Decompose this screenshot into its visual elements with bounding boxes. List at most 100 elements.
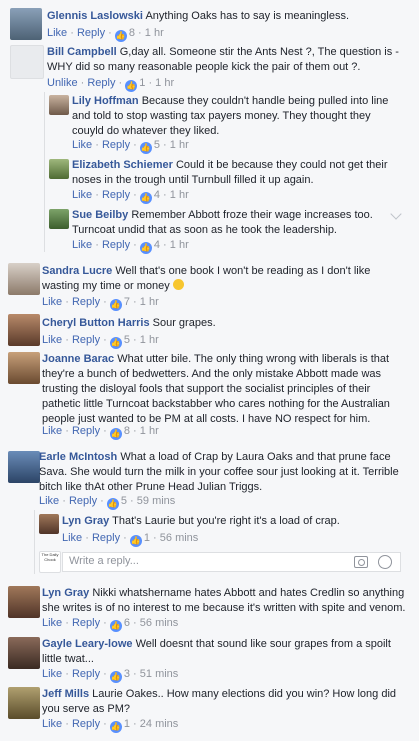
commenter-name[interactable]: Lyn Gray (62, 515, 109, 527)
like-link[interactable]: Like (72, 189, 92, 201)
emoji-icon[interactable] (378, 555, 392, 569)
like-count[interactable]: 1 (124, 718, 130, 730)
like-link[interactable]: Like (42, 425, 62, 437)
commenter-name[interactable]: Glennis Laslowski (47, 10, 143, 22)
timestamp[interactable]: 24 mins (140, 718, 179, 730)
like-count[interactable]: 5 (121, 495, 127, 507)
avatar[interactable] (49, 209, 69, 229)
avatar[interactable] (8, 451, 40, 483)
like-count[interactable]: 4 (154, 239, 160, 251)
like-count[interactable]: 1 (139, 77, 145, 89)
like-count[interactable]: 8 (129, 27, 135, 39)
avatar[interactable] (49, 159, 69, 179)
thumbs-up-icon: 👍 (109, 337, 122, 349)
commenter-name[interactable]: Sue Beilby (72, 209, 128, 221)
avatar[interactable] (8, 263, 40, 295)
like-link[interactable]: Like (42, 668, 62, 680)
timestamp[interactable]: 56 mins (160, 532, 199, 544)
reply-link[interactable]: Reply (102, 239, 130, 251)
commenter-name[interactable]: Lily Hoffman (72, 95, 139, 107)
reply-thread-line (44, 92, 45, 252)
commenter-name[interactable]: Joanne Barac (42, 353, 114, 365)
timestamp[interactable]: 1 hr (170, 239, 189, 251)
commenter-name[interactable]: Elizabeth Schiemer (72, 159, 173, 171)
reply-link[interactable]: Reply (72, 617, 100, 629)
like-count[interactable]: 6 (124, 617, 130, 629)
thumbs-up-icon: 👍 (139, 192, 152, 204)
like-count[interactable]: 8 (124, 425, 130, 437)
avatar[interactable] (10, 45, 44, 79)
thumbs-up-icon: 👍 (125, 80, 138, 92)
comment-thread: Glennis Laslowski Anything Oaks has to s… (0, 0, 419, 741)
avatar[interactable] (8, 586, 40, 618)
thumbs-up-icon: 👍 (109, 620, 122, 632)
like-count[interactable]: 4 (154, 189, 160, 201)
timestamp[interactable]: 1 hr (170, 189, 189, 201)
like-link[interactable]: Like (72, 239, 92, 251)
avatar[interactable] (10, 8, 42, 40)
timestamp[interactable]: 1 hr (140, 334, 159, 346)
like-count[interactable]: 1 (144, 532, 150, 544)
timestamp[interactable]: 1 hr (170, 139, 189, 151)
commenter-name[interactable]: Lyn Gray (42, 587, 89, 599)
commenter-name[interactable]: Gayle Leary-lowe (42, 638, 133, 650)
commenter-name[interactable]: Jeff Mills (42, 688, 89, 700)
like-count[interactable]: 5 (124, 334, 130, 346)
unlike-link[interactable]: Unlike (47, 77, 78, 89)
timestamp[interactable]: 1 hr (155, 77, 174, 89)
avatar[interactable] (8, 352, 40, 384)
page-avatar: The Daily Chook (39, 551, 61, 573)
like-link[interactable]: Like (42, 296, 62, 308)
like-link[interactable]: Like (42, 617, 62, 629)
timestamp[interactable]: 1 hr (140, 425, 159, 437)
like-count[interactable]: 7 (124, 296, 130, 308)
timestamp[interactable]: 59 mins (137, 495, 176, 507)
timestamp[interactable]: 51 mins (140, 668, 179, 680)
avatar[interactable] (8, 314, 40, 346)
like-count[interactable]: 5 (154, 139, 160, 151)
reply-link[interactable]: Reply (72, 425, 100, 437)
reply-link[interactable]: Reply (72, 718, 100, 730)
reply-thread-line (34, 510, 35, 574)
comment-text: That's Laurie but you're right it's a lo… (112, 515, 340, 527)
reply-link[interactable]: Reply (77, 27, 105, 39)
timestamp[interactable]: 1 hr (145, 27, 164, 39)
like-link[interactable]: Like (47, 27, 67, 39)
reply-link[interactable]: Reply (87, 77, 115, 89)
reply-placeholder: Write a reply... (69, 555, 139, 567)
like-link[interactable]: Like (39, 495, 59, 507)
like-count[interactable]: 3 (124, 668, 130, 680)
thumbs-up-icon: 👍 (129, 535, 142, 547)
avatar[interactable] (8, 637, 40, 669)
commenter-name[interactable]: Bill Campbell (47, 46, 117, 58)
commenter-name[interactable]: Cheryl Button Harris (42, 317, 150, 329)
thumbs-up-icon: 👍 (109, 299, 122, 311)
smiley-icon (172, 279, 184, 290)
thumbs-up-icon: 👍 (114, 30, 127, 42)
timestamp[interactable]: 56 mins (140, 617, 179, 629)
timestamp[interactable]: 1 hr (140, 296, 159, 308)
reply-link[interactable]: Reply (72, 668, 100, 680)
reply-link[interactable]: Reply (102, 189, 130, 201)
commenter-name[interactable]: Sandra Lucre (42, 265, 112, 277)
thumbs-up-icon: 👍 (109, 671, 122, 683)
commenter-name[interactable]: Earle McIntosh (39, 451, 117, 463)
like-link[interactable]: Like (42, 718, 62, 730)
avatar[interactable] (8, 687, 40, 719)
avatar[interactable] (49, 95, 69, 115)
camera-icon[interactable] (354, 556, 368, 568)
like-link[interactable]: Like (72, 139, 92, 151)
reply-link[interactable]: Reply (69, 495, 97, 507)
like-link[interactable]: Like (42, 334, 62, 346)
reply-link[interactable]: Reply (72, 296, 100, 308)
comment-text: Laurie Oakes.. How many elections did yo… (42, 688, 397, 715)
reply-input[interactable]: Write a reply... (62, 552, 401, 572)
chevron-down-icon[interactable] (390, 208, 402, 220)
comment-text: Nikki whatshername hates Abbott and hate… (42, 587, 406, 614)
avatar[interactable] (39, 514, 59, 534)
like-link[interactable]: Like (62, 532, 82, 544)
reply-link[interactable]: Reply (92, 532, 120, 544)
reply-link[interactable]: Reply (102, 139, 130, 151)
thumbs-up-icon: 👍 (109, 721, 122, 733)
reply-link[interactable]: Reply (72, 334, 100, 346)
